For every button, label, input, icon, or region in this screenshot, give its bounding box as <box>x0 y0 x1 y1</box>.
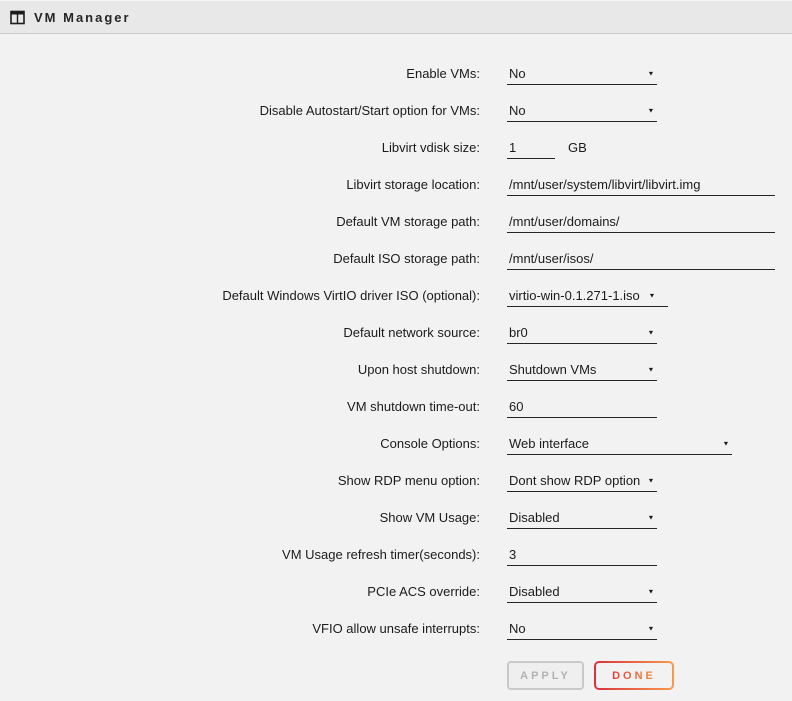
form-row: Default Windows VirtIO driver ISO (optio… <box>0 278 792 315</box>
field-label: Console Options: <box>0 426 480 463</box>
form-row: VM shutdown time-out: <box>0 389 792 426</box>
default-iso-storage-path-input[interactable] <box>507 251 775 270</box>
vfio-unsafe-interrupts-select[interactable]: No ▼ <box>507 621 657 640</box>
form-row: Default ISO storage path: <box>0 241 792 278</box>
settings-form: Enable VMs: No ▼ Disable Autostart/Start… <box>0 34 792 690</box>
field-label: Libvirt vdisk size: <box>0 130 480 167</box>
field-label: VM Usage refresh timer(seconds): <box>0 537 480 574</box>
field-label: Show RDP menu option: <box>0 463 480 500</box>
form-row: Enable VMs: No ▼ <box>0 56 792 93</box>
chevron-down-icon: ▼ <box>647 105 654 118</box>
upon-host-shutdown-select[interactable]: Shutdown VMs ▼ <box>507 362 657 381</box>
vm-shutdown-timeout-input[interactable] <box>507 399 657 418</box>
field-label: VM shutdown time-out: <box>0 389 480 426</box>
unit-label: GB <box>568 140 587 156</box>
form-row: Console Options: Web interface ▼ <box>0 426 792 463</box>
columns-icon <box>10 10 25 25</box>
libvirt-vdisk-size-input[interactable] <box>507 140 555 159</box>
form-row: Upon host shutdown: Shutdown VMs ▼ <box>0 352 792 389</box>
field-label: Default Windows VirtIO driver ISO (optio… <box>0 278 480 315</box>
form-row: PCIe ACS override: Disabled ▼ <box>0 574 792 611</box>
form-row: Libvirt vdisk size: GB <box>0 130 792 167</box>
chevron-down-icon: ▼ <box>647 623 654 636</box>
titlebar: VM Manager <box>0 0 792 34</box>
form-row: Libvirt storage location: <box>0 167 792 204</box>
apply-button[interactable]: APPLY <box>507 661 584 690</box>
field-label: Libvirt storage location: <box>0 167 480 204</box>
done-button-label: DONE <box>612 670 656 682</box>
field-label: VFIO allow unsafe interrupts: <box>0 611 480 648</box>
chevron-down-icon: ▼ <box>722 438 729 451</box>
default-network-source-select[interactable]: br0 ▼ <box>507 325 657 344</box>
form-row: VFIO allow unsafe interrupts: No ▼ <box>0 611 792 648</box>
chevron-down-icon: ▼ <box>647 68 654 81</box>
field-label: PCIe ACS override: <box>0 574 480 611</box>
chevron-down-icon: ▼ <box>647 512 654 525</box>
field-label: Default ISO storage path: <box>0 241 480 278</box>
page-title: VM Manager <box>34 10 131 25</box>
chevron-down-icon: ▼ <box>647 364 654 377</box>
default-vm-storage-path-input[interactable] <box>507 214 775 233</box>
console-options-select[interactable]: Web interface ▼ <box>507 436 732 455</box>
form-row: VM Usage refresh timer(seconds): <box>0 537 792 574</box>
pcie-acs-override-select[interactable]: Disabled ▼ <box>507 584 657 603</box>
show-vm-usage-select[interactable]: Disabled ▼ <box>507 510 657 529</box>
enable-vms-select[interactable]: No ▼ <box>507 66 657 85</box>
form-row: Show RDP menu option: Dont show RDP opti… <box>0 463 792 500</box>
chevron-down-icon: ▼ <box>648 290 655 303</box>
field-label: Default network source: <box>0 315 480 352</box>
field-label: Show VM Usage: <box>0 500 480 537</box>
field-label: Enable VMs: <box>0 56 480 93</box>
field-label: Default VM storage path: <box>0 204 480 241</box>
form-row: Show VM Usage: Disabled ▼ <box>0 500 792 537</box>
virtio-driver-iso-select[interactable]: virtio-win-0.1.271-1.iso ▼ <box>507 288 668 307</box>
form-row: Disable Autostart/Start option for VMs: … <box>0 93 792 130</box>
libvirt-storage-location-input[interactable] <box>507 177 775 196</box>
chevron-down-icon: ▼ <box>647 327 654 340</box>
chevron-down-icon: ▼ <box>647 475 654 488</box>
button-row: APPLY DONE <box>507 661 792 690</box>
field-label: Upon host shutdown: <box>0 352 480 389</box>
show-rdp-menu-select[interactable]: Dont show RDP option ▼ <box>507 473 657 492</box>
chevron-down-icon: ▼ <box>647 586 654 599</box>
form-row: Default network source: br0 ▼ <box>0 315 792 352</box>
done-button[interactable]: DONE <box>594 661 674 690</box>
vm-usage-refresh-timer-input[interactable] <box>507 547 657 566</box>
field-label: Disable Autostart/Start option for VMs: <box>0 93 480 130</box>
disable-autostart-select[interactable]: No ▼ <box>507 103 657 122</box>
form-row: Default VM storage path: <box>0 204 792 241</box>
